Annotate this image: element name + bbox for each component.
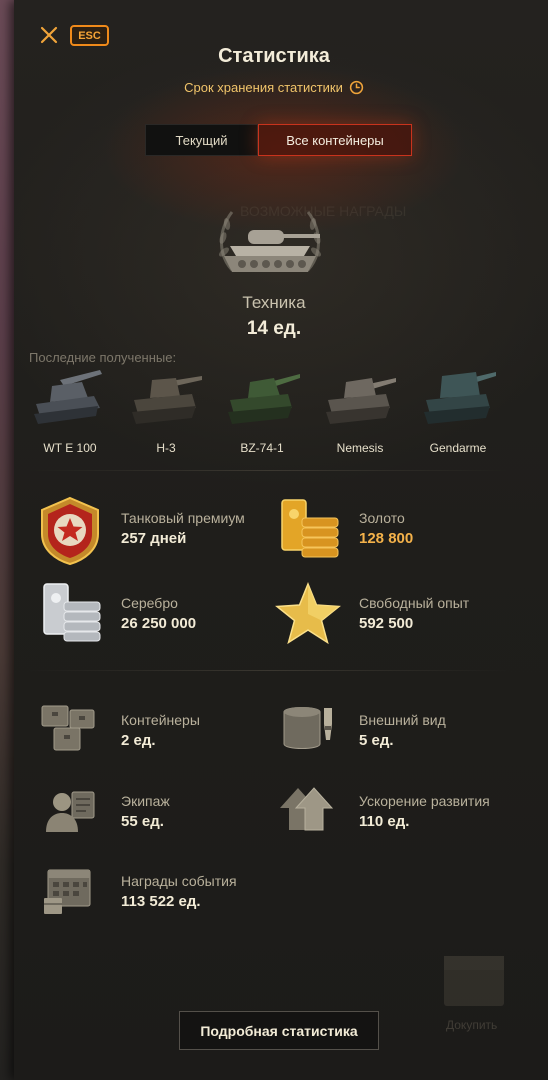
stat-value: 592 500 bbox=[359, 615, 414, 632]
event-rewards-calendar-icon bbox=[44, 869, 91, 914]
stat-label: Ускорение развития bbox=[359, 793, 490, 809]
tank-icon bbox=[132, 376, 202, 424]
vehicle-gendarme[interactable]: Gendarme bbox=[410, 368, 506, 460]
stat-value: 55 ед. bbox=[121, 813, 164, 830]
boosters-arrow-icon bbox=[280, 787, 334, 831]
stat-crew: Экипаж 55 ед. bbox=[121, 793, 170, 830]
detailed-statistics-button[interactable]: Подробная статистика bbox=[179, 1011, 379, 1050]
tank-icon bbox=[34, 370, 102, 424]
vehicle-name: Gendarme bbox=[429, 441, 487, 455]
stat-value: 5 ед. bbox=[359, 732, 394, 749]
recent-vehicles-list: WT E 100 Н-3 BZ-74-1 Nemesis Gendarme bbox=[22, 368, 502, 460]
stat-gold: Золото 128 800 bbox=[359, 510, 413, 547]
stat-value: 110 ед. bbox=[359, 813, 410, 830]
stat-boosters: Ускорение развития 110 ед. bbox=[359, 793, 490, 830]
stat-label: Танковый премиум bbox=[121, 510, 245, 526]
vehicle-wt-e-100[interactable]: WT E 100 bbox=[22, 368, 118, 460]
stat-label: Экипаж bbox=[121, 793, 170, 809]
stat-label: Серебро bbox=[121, 595, 178, 611]
tank-laurel-emblem-icon bbox=[219, 211, 321, 272]
vehicle-n-3[interactable]: Н-3 bbox=[118, 368, 214, 460]
gold-bars-icon bbox=[281, 499, 339, 558]
stat-value: 2 ед. bbox=[121, 732, 156, 749]
stat-label: Золото bbox=[359, 510, 405, 526]
stat-premium: Танковый премиум 257 дней bbox=[121, 510, 245, 547]
section-divider bbox=[28, 670, 508, 671]
stat-value: 113 522 ед. bbox=[121, 893, 201, 910]
containers-icon bbox=[41, 705, 95, 751]
background-buy-text: Докупить bbox=[446, 1018, 498, 1032]
esc-key-badge[interactable]: ESC bbox=[70, 25, 109, 46]
storage-period-label: Срок хранения статистики bbox=[184, 80, 343, 95]
close-icon bbox=[40, 26, 58, 44]
vehicle-name: WT E 100 bbox=[43, 441, 97, 455]
stat-customization: Внешний вид 5 ед. bbox=[359, 712, 446, 749]
premium-tank-badge-icon bbox=[41, 496, 99, 566]
period-tabs: Текущий Все контейнеры bbox=[145, 124, 412, 156]
free-xp-star-icon bbox=[275, 582, 341, 645]
tank-icon bbox=[326, 378, 396, 424]
stat-label: Контейнеры bbox=[121, 712, 200, 728]
section-divider bbox=[28, 470, 508, 471]
stat-label: Награды события bbox=[121, 873, 237, 889]
stat-value: 26 250 000 bbox=[121, 615, 197, 632]
tank-icon bbox=[424, 372, 496, 424]
vehicle-nemesis[interactable]: Nemesis bbox=[312, 368, 408, 460]
stat-silver: Серебро 26 250 000 bbox=[121, 595, 196, 632]
vehicle-name: Н-3 bbox=[156, 441, 176, 455]
silver-bars-icon bbox=[43, 583, 101, 642]
customization-brush-icon bbox=[283, 707, 332, 749]
stat-label: Внешний вид bbox=[359, 712, 446, 728]
tank-icon bbox=[228, 374, 300, 424]
tech-label: Техника bbox=[242, 293, 306, 312]
background-game-scene bbox=[0, 0, 14, 1080]
stat-value: 128 800 bbox=[359, 530, 414, 547]
stat-label: Свободный опыт bbox=[359, 595, 470, 611]
stat-containers: Контейнеры 2 ед. bbox=[121, 712, 200, 749]
vehicle-name: Nemesis bbox=[336, 441, 384, 455]
recent-label: Последние полученные: bbox=[29, 350, 177, 365]
vehicle-bz-74-1[interactable]: BZ-74-1 bbox=[214, 368, 310, 460]
vehicle-name: BZ-74-1 bbox=[240, 441, 284, 455]
page-title: Статистика bbox=[218, 45, 330, 67]
tech-count: 14 ед. bbox=[246, 318, 302, 339]
stat-event-rewards: Награды события 113 522 ед. bbox=[121, 873, 237, 910]
clock-icon bbox=[349, 80, 364, 95]
storage-period-link[interactable]: Срок хранения статистики bbox=[0, 80, 548, 95]
crew-icon bbox=[46, 791, 95, 832]
stat-value: 257 дней bbox=[121, 530, 187, 547]
tab-all-containers[interactable]: Все контейнеры bbox=[258, 124, 412, 156]
stat-free-xp: Свободный опыт 592 500 bbox=[359, 595, 469, 632]
background-container-icon bbox=[444, 956, 504, 1006]
tab-current[interactable]: Текущий bbox=[145, 124, 258, 156]
close-button[interactable] bbox=[38, 24, 60, 46]
